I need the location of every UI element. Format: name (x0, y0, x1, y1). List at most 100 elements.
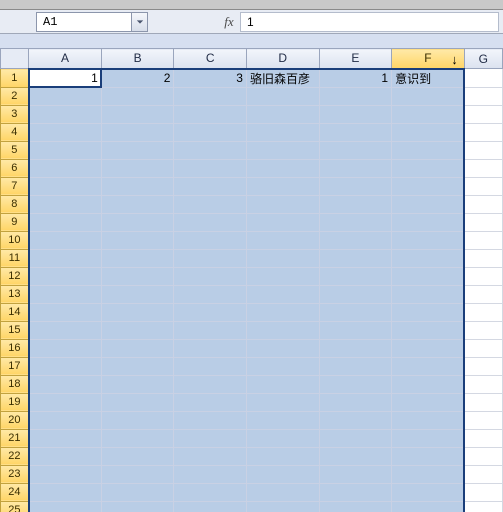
cell-A10[interactable] (29, 231, 102, 249)
cell-B1[interactable]: 2 (101, 69, 174, 88)
cell-A14[interactable] (29, 303, 102, 321)
row-header[interactable]: 2 (1, 87, 29, 105)
cell-D12[interactable] (246, 267, 319, 285)
cell-E12[interactable] (319, 267, 392, 285)
cell-D11[interactable] (246, 249, 319, 267)
cell-F9[interactable] (392, 213, 465, 231)
cell-A20[interactable] (29, 411, 102, 429)
cell-F12[interactable] (392, 267, 465, 285)
cell-A23[interactable] (29, 465, 102, 483)
cell-G18[interactable] (464, 375, 502, 393)
cell-E4[interactable] (319, 123, 392, 141)
row-header[interactable]: 21 (1, 429, 29, 447)
cell-D9[interactable] (246, 213, 319, 231)
cell-D21[interactable] (246, 429, 319, 447)
cell-D1[interactable]: 骆旧森百彦 (246, 69, 319, 88)
cell-A24[interactable] (29, 483, 102, 501)
cell-E8[interactable] (319, 195, 392, 213)
cell-G1[interactable] (464, 69, 502, 88)
cell-C6[interactable] (174, 159, 247, 177)
cell-D18[interactable] (246, 375, 319, 393)
row-header[interactable]: 4 (1, 123, 29, 141)
cell-C18[interactable] (174, 375, 247, 393)
cell-B21[interactable] (101, 429, 174, 447)
row-header[interactable]: 10 (1, 231, 29, 249)
cell-F22[interactable] (392, 447, 465, 465)
row-header[interactable]: 7 (1, 177, 29, 195)
cell-C4[interactable] (174, 123, 247, 141)
cell-D6[interactable] (246, 159, 319, 177)
cell-F16[interactable] (392, 339, 465, 357)
cell-C13[interactable] (174, 285, 247, 303)
cell-E7[interactable] (319, 177, 392, 195)
cell-G4[interactable] (464, 123, 502, 141)
cell-B6[interactable] (101, 159, 174, 177)
cell-B10[interactable] (101, 231, 174, 249)
cell-E16[interactable] (319, 339, 392, 357)
column-header-C[interactable]: C (174, 49, 247, 69)
cell-E10[interactable] (319, 231, 392, 249)
cell-E25[interactable] (319, 501, 392, 512)
cell-G6[interactable] (464, 159, 502, 177)
cell-B5[interactable] (101, 141, 174, 159)
cell-A6[interactable] (29, 159, 102, 177)
cell-D3[interactable] (246, 105, 319, 123)
cell-B12[interactable] (101, 267, 174, 285)
cell-D17[interactable] (246, 357, 319, 375)
cell-C15[interactable] (174, 321, 247, 339)
cell-C16[interactable] (174, 339, 247, 357)
name-box-dropdown[interactable] (132, 12, 148, 32)
row-header[interactable]: 5 (1, 141, 29, 159)
cell-D25[interactable] (246, 501, 319, 512)
cell-B11[interactable] (101, 249, 174, 267)
cell-G16[interactable] (464, 339, 502, 357)
cell-D15[interactable] (246, 321, 319, 339)
cell-C20[interactable] (174, 411, 247, 429)
cell-A8[interactable] (29, 195, 102, 213)
cell-B22[interactable] (101, 447, 174, 465)
cell-E11[interactable] (319, 249, 392, 267)
cell-A3[interactable] (29, 105, 102, 123)
cell-G2[interactable] (464, 87, 502, 105)
cell-G8[interactable] (464, 195, 502, 213)
cell-C8[interactable] (174, 195, 247, 213)
cell-D8[interactable] (246, 195, 319, 213)
cell-F21[interactable] (392, 429, 465, 447)
cell-C24[interactable] (174, 483, 247, 501)
cell-A22[interactable] (29, 447, 102, 465)
cell-A11[interactable] (29, 249, 102, 267)
cell-C17[interactable] (174, 357, 247, 375)
cell-B4[interactable] (101, 123, 174, 141)
cell-E19[interactable] (319, 393, 392, 411)
cell-F23[interactable] (392, 465, 465, 483)
cell-F5[interactable] (392, 141, 465, 159)
cell-C1[interactable]: 3 (174, 69, 247, 88)
cell-D23[interactable] (246, 465, 319, 483)
cell-G3[interactable] (464, 105, 502, 123)
cell-D22[interactable] (246, 447, 319, 465)
cell-F25[interactable] (392, 501, 465, 512)
cell-G15[interactable] (464, 321, 502, 339)
cell-G19[interactable] (464, 393, 502, 411)
formula-input[interactable]: 1 (240, 12, 499, 32)
cell-B23[interactable] (101, 465, 174, 483)
cell-E20[interactable] (319, 411, 392, 429)
column-header-E[interactable]: E (319, 49, 392, 69)
cell-F14[interactable] (392, 303, 465, 321)
cell-F24[interactable] (392, 483, 465, 501)
cell-C9[interactable] (174, 213, 247, 231)
cell-F13[interactable] (392, 285, 465, 303)
cell-A25[interactable] (29, 501, 102, 512)
cell-F20[interactable] (392, 411, 465, 429)
cell-B9[interactable] (101, 213, 174, 231)
cell-C7[interactable] (174, 177, 247, 195)
cell-C11[interactable] (174, 249, 247, 267)
cell-A21[interactable] (29, 429, 102, 447)
cell-F19[interactable] (392, 393, 465, 411)
cell-C14[interactable] (174, 303, 247, 321)
cell-F11[interactable] (392, 249, 465, 267)
cell-G9[interactable] (464, 213, 502, 231)
cell-B25[interactable] (101, 501, 174, 512)
cell-G5[interactable] (464, 141, 502, 159)
cell-B18[interactable] (101, 375, 174, 393)
